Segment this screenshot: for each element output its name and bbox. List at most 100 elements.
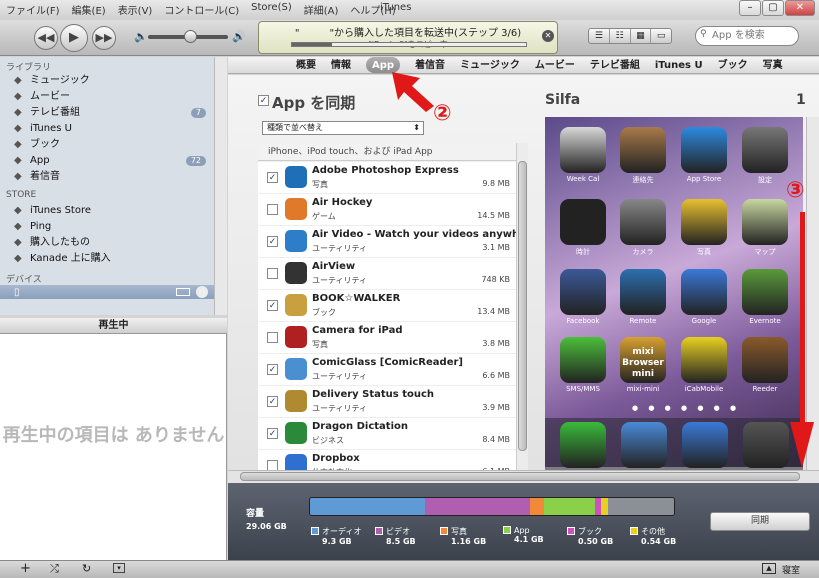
home-app-icon[interactable]: [742, 127, 788, 173]
home-app-icon[interactable]: [742, 269, 788, 315]
sort-select[interactable]: 種類で並べ替え ⬍: [262, 121, 424, 135]
menu-item[interactable]: コントロール(C): [164, 2, 239, 17]
app-row[interactable]: Dropbox仕事効率化6.1 MB: [258, 450, 516, 470]
tab[interactable]: ミュージック: [460, 57, 520, 73]
home-app-icon[interactable]: [681, 337, 727, 383]
coverflow-view-icon[interactable]: ▭: [651, 29, 671, 43]
next-button[interactable]: ▶▶: [92, 26, 116, 50]
home-app-icon[interactable]: [681, 199, 727, 245]
grid-view-icon[interactable]: ▦: [631, 29, 652, 43]
home-app-icon[interactable]: [742, 337, 788, 383]
app-icon: [285, 294, 307, 316]
menu-item[interactable]: 表示(V): [118, 2, 153, 17]
tab[interactable]: テレビ番組: [590, 57, 640, 73]
menu-item[interactable]: 詳細(A): [304, 2, 339, 17]
sidebar-item[interactable]: ◆ Ping: [0, 219, 226, 235]
app-row[interactable]: ✓ ComicGlass [ComicReader] ユーティリティ 6.6 MB: [258, 354, 516, 386]
dock-app-icon[interactable]: [682, 422, 728, 468]
dock-app-icon[interactable]: [560, 422, 606, 468]
iphone-icon: ▯: [14, 287, 20, 298]
menu-item[interactable]: ファイル(F): [6, 2, 60, 17]
tab[interactable]: ブック: [718, 57, 748, 73]
app-checkbox[interactable]: ✓: [267, 300, 278, 311]
sidebar-item[interactable]: ◆ App 72: [0, 153, 226, 169]
airplay-device-label[interactable]: 寝室: [782, 563, 800, 576]
tab[interactable]: 写真: [763, 57, 783, 73]
volume-knob[interactable]: [184, 30, 197, 43]
home-app-label: カメラ: [632, 248, 654, 256]
home-app-icon[interactable]: [742, 199, 788, 245]
sidebar-item-device[interactable]: ▯: [0, 285, 226, 299]
app-row[interactable]: ✓ Adobe Photoshop Express 写真 9.8 MB: [258, 162, 516, 194]
scroll-thumb[interactable]: [518, 161, 527, 451]
eject-icon[interactable]: [196, 286, 208, 298]
sync-app-checkbox[interactable]: ✓: [258, 95, 269, 106]
h-scroll-thumb[interactable]: [240, 472, 800, 481]
tab[interactable]: ムービー: [535, 57, 575, 73]
sidebar-item[interactable]: ◆ ブック: [0, 137, 226, 153]
sidebar-item[interactable]: ◆ 購入したもの: [0, 235, 226, 251]
sidebar-scrollbar[interactable]: [214, 57, 227, 315]
app-checkbox[interactable]: ✓: [267, 364, 278, 375]
app-row[interactable]: ✓ BOOK☆WALKER ブック 13.4 MB: [258, 290, 516, 322]
sidebar-item[interactable]: ◆ 着信音: [0, 169, 226, 185]
tab[interactable]: 概要: [296, 57, 316, 73]
dock-app-icon[interactable]: [743, 422, 789, 468]
app-checkbox[interactable]: ✓: [267, 236, 278, 247]
home-app-icon[interactable]: [681, 127, 727, 173]
close-button[interactable]: ✕: [785, 0, 815, 16]
add-playlist-icon[interactable]: +: [20, 561, 31, 576]
home-app-icon[interactable]: [560, 337, 606, 383]
app-checkbox[interactable]: [267, 460, 278, 470]
tab[interactable]: 情報: [331, 57, 351, 73]
capacity-segment: [310, 498, 426, 515]
home-app-icon[interactable]: [560, 199, 606, 245]
home-app-icon[interactable]: [560, 127, 606, 173]
artwork-toggle-icon[interactable]: ▾: [113, 563, 125, 573]
app-list-scrollbar[interactable]: [516, 143, 528, 470]
app-row[interactable]: Camera for iPad 写真 3.8 MB: [258, 322, 516, 354]
app-row[interactable]: Air Hockey ゲーム 14.5 MB: [258, 194, 516, 226]
sidebar-item[interactable]: ◆ テレビ番組 7: [0, 105, 226, 121]
app-checkbox[interactable]: ✓: [267, 396, 278, 407]
app-row[interactable]: AirView ユーティリティ 748 KB: [258, 258, 516, 290]
home-app-icon[interactable]: [620, 127, 666, 173]
horizontal-scrollbar[interactable]: [228, 470, 819, 483]
shuffle-icon[interactable]: ⤮: [50, 562, 59, 576]
home-app-icon[interactable]: [681, 269, 727, 315]
sidebar-item[interactable]: ◆ iTunes U: [0, 121, 226, 137]
browser-text: Browser: [622, 358, 664, 368]
home-app-icon[interactable]: [620, 269, 666, 315]
app-checkbox[interactable]: ✓: [267, 428, 278, 439]
sync-button[interactable]: 同期: [710, 512, 810, 531]
maximize-button[interactable]: ▢: [762, 0, 784, 16]
play-button[interactable]: ▶: [60, 24, 88, 52]
sidebar-item[interactable]: ◆ ミュージック: [0, 73, 226, 89]
home-app-icon[interactable]: [620, 199, 666, 245]
search-input[interactable]: App を検索: [695, 26, 799, 46]
menu-item[interactable]: Store(S): [251, 2, 292, 16]
repeat-icon[interactable]: ↻: [82, 562, 91, 575]
app-checkbox[interactable]: [267, 268, 278, 279]
tab[interactable]: iTunes U: [655, 57, 703, 73]
minimize-button[interactable]: –: [739, 0, 761, 16]
app-row[interactable]: ✓ Delivery Status touch ユーティリティ 3.9 MB: [258, 386, 516, 418]
menu-item[interactable]: 編集(E): [72, 2, 106, 17]
home-app-icon[interactable]: [560, 269, 606, 315]
app-row[interactable]: ✓ Dragon Dictation ビジネス 8.4 MB: [258, 418, 516, 450]
album-view-icon[interactable]: ☷: [610, 29, 631, 43]
sidebar-item[interactable]: ◆ ムービー: [0, 89, 226, 105]
app-icon: ◆: [14, 155, 22, 166]
list-view-icon[interactable]: ☰: [589, 29, 610, 43]
app-checkbox[interactable]: [267, 332, 278, 343]
sidebar-item[interactable]: ◆ iTunes Store: [0, 203, 226, 219]
cancel-transfer-icon[interactable]: ✕: [542, 30, 554, 42]
app-checkbox[interactable]: ✓: [267, 172, 278, 183]
app-checkbox[interactable]: [267, 204, 278, 215]
airplay-icon[interactable]: ▲: [762, 563, 776, 574]
dock-app-icon[interactable]: [621, 422, 667, 468]
app-row[interactable]: ✓ Air Video - Watch your videos anywh... ユ…: [258, 226, 516, 258]
sidebar-item[interactable]: ◆ Kanade 上に購入: [0, 251, 226, 267]
previous-button[interactable]: ◀◀: [34, 26, 58, 50]
tv-icon: ◆: [14, 107, 22, 118]
